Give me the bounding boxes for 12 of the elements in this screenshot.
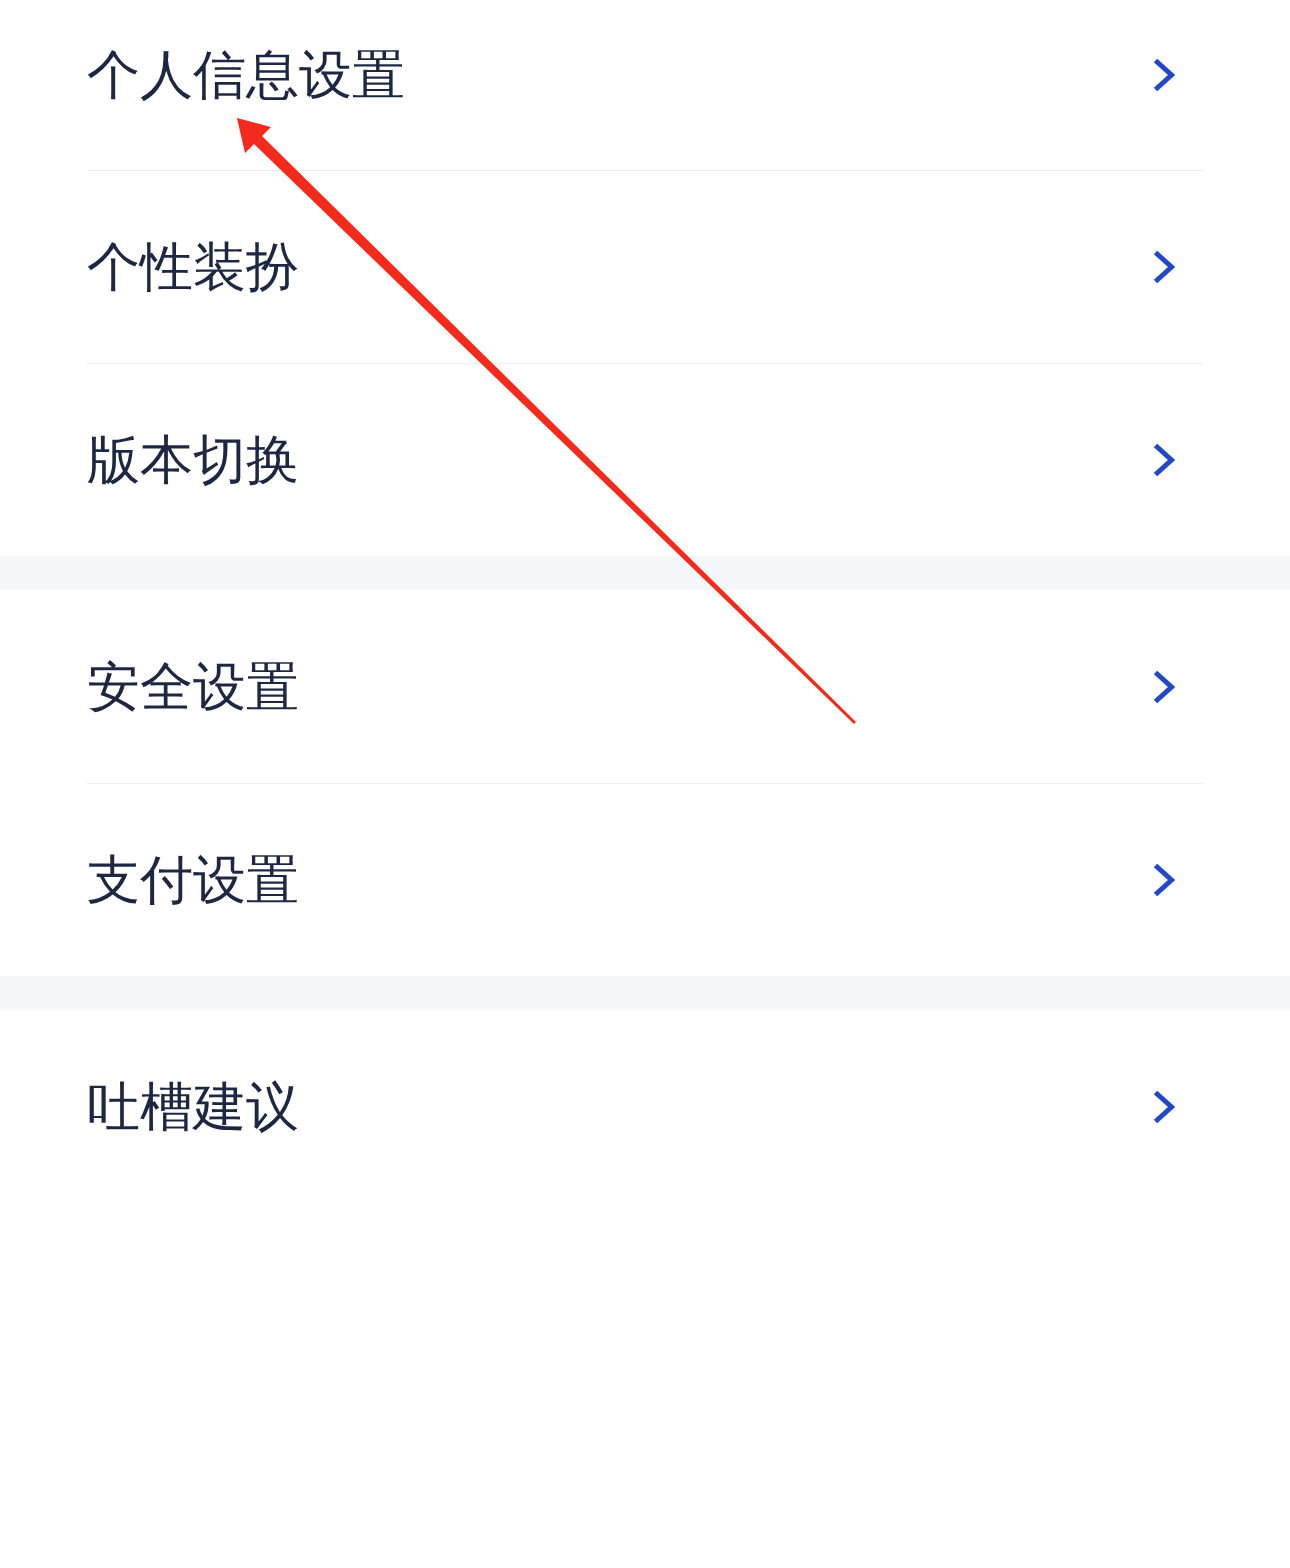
chevron-right-icon[interactable] (1153, 250, 1175, 284)
chevron-right-icon[interactable] (1153, 58, 1175, 92)
menu-item-label[interactable]: 安全设置 (87, 654, 299, 719)
menu-item-label[interactable]: 个性装扮 (87, 235, 299, 299)
chevron-right-icon[interactable] (1153, 443, 1175, 477)
menu-item-label[interactable]: 吐槽建议 (87, 1074, 299, 1139)
menu-item-label[interactable]: 版本切换 (87, 428, 299, 492)
menu-item-label[interactable]: 个人信息设置 (87, 43, 405, 107)
chevron-right-icon[interactable] (1153, 669, 1175, 704)
chevron-right-icon[interactable] (1153, 863, 1175, 897)
chevron-right-icon[interactable] (1153, 1089, 1175, 1124)
menu-item-label[interactable]: 支付设置 (87, 848, 299, 912)
